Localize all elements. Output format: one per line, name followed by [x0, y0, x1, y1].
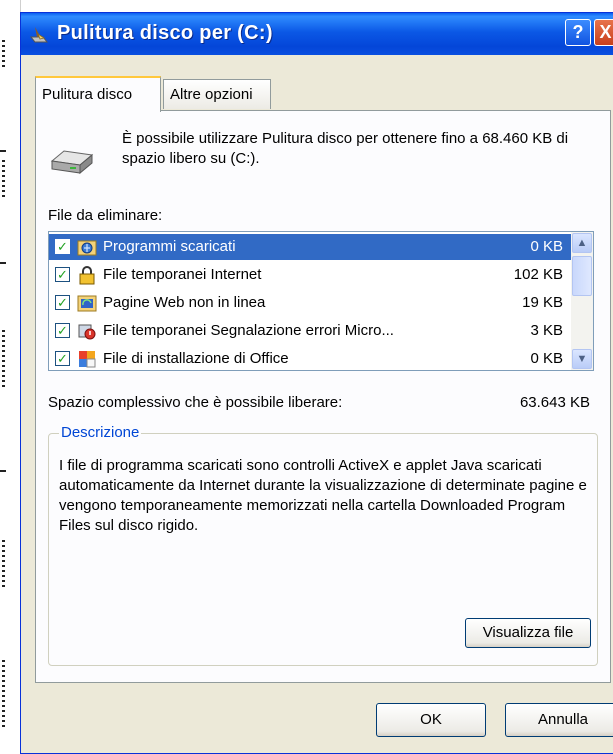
title-bar[interactable]: Pulitura disco per (C:) ? X: [21, 13, 613, 55]
tab-disk-cleanup[interactable]: Pulitura disco: [35, 76, 161, 112]
item-name: File di installazione di Office: [103, 350, 289, 367]
edge-marks: [2, 540, 5, 590]
intro-text: È possibile utilizzare Pulitura disco pe…: [122, 130, 569, 167]
description-title: Descrizione: [59, 424, 142, 441]
tab-more-options[interactable]: Altre opzioni: [163, 79, 271, 109]
total-space-label: Spazio complessivo che è possibile liber…: [48, 394, 343, 411]
description-group: Descrizione I file di programma scaricat…: [48, 424, 598, 666]
tab-panel: È possibile utilizzare Pulitura disco pe…: [35, 110, 611, 683]
list-item[interactable]: ✓ File temporanei Internet 102 KB: [49, 262, 571, 288]
description-text: I file di programma scaricati sono contr…: [59, 457, 587, 534]
disk-cleanup-dialog: Pulitura disco per (C:) ? X Pulitura dis…: [20, 12, 613, 754]
view-files-button[interactable]: Visualizza file: [465, 618, 591, 648]
item-name: Pagine Web non in linea: [103, 294, 266, 311]
edge-marks: [2, 160, 5, 200]
item-checkbox[interactable]: ✓: [55, 295, 70, 310]
lock-icon: [79, 266, 95, 285]
ok-button[interactable]: OK: [376, 703, 486, 737]
edge-marks: [2, 40, 5, 70]
edge-marks: [2, 330, 5, 390]
list-item[interactable]: ✓ Programmi scaricati 0 KB: [49, 234, 571, 260]
scroll-up-icon[interactable]: ▲: [572, 233, 592, 253]
files-to-delete-label: File da eliminare:: [48, 207, 163, 224]
item-size: 0 KB: [530, 238, 563, 255]
help-button[interactable]: ?: [565, 19, 591, 46]
item-size: 3 KB: [530, 322, 563, 339]
item-checkbox[interactable]: ✓: [55, 351, 70, 366]
list-item[interactable]: ✓ File temporanei Segnalazione errori Mi…: [49, 318, 571, 344]
cancel-button[interactable]: Annulla: [505, 703, 613, 737]
total-space-value: 63.643 KB: [519, 394, 590, 411]
item-name: File temporanei Segnalazione errori Micr…: [103, 322, 394, 339]
list-item[interactable]: ✓ File di installazione di Office 0 KB: [49, 346, 571, 370]
item-size: 19 KB: [522, 294, 563, 311]
item-size: 102 KB: [513, 266, 563, 283]
item-checkbox[interactable]: ✓: [55, 239, 70, 254]
office-setup-icon: [79, 351, 96, 368]
offline-web-pages-icon: [77, 295, 97, 312]
item-name: File temporanei Internet: [103, 266, 262, 283]
scroll-thumb[interactable]: [572, 256, 592, 296]
item-checkbox[interactable]: ✓: [55, 323, 70, 338]
item-size: 0 KB: [530, 350, 563, 367]
files-list[interactable]: ✓ Programmi scaricati 0 KB ✓ File tempor…: [48, 231, 594, 371]
error-reporting-icon: [78, 324, 96, 340]
close-button[interactable]: X: [594, 19, 613, 46]
list-scrollbar[interactable]: ▲ ▼: [571, 232, 593, 370]
scroll-down-icon[interactable]: ▼: [572, 349, 592, 369]
hard-drive-icon: [50, 150, 94, 175]
item-checkbox[interactable]: ✓: [55, 267, 70, 282]
item-name: Programmi scaricati: [103, 238, 236, 255]
downloaded-programs-icon: [77, 240, 97, 256]
edge-marks: [2, 660, 5, 730]
window-title: Pulitura disco per (C:): [57, 22, 273, 44]
edge-mark: [0, 470, 6, 472]
background-window-edge: [0, 0, 21, 739]
edge-mark: [0, 150, 6, 152]
disk-cleanup-icon: [29, 27, 49, 43]
edge-mark: [0, 262, 6, 264]
list-item[interactable]: ✓ Pagine Web non in linea 19 KB: [49, 290, 571, 316]
